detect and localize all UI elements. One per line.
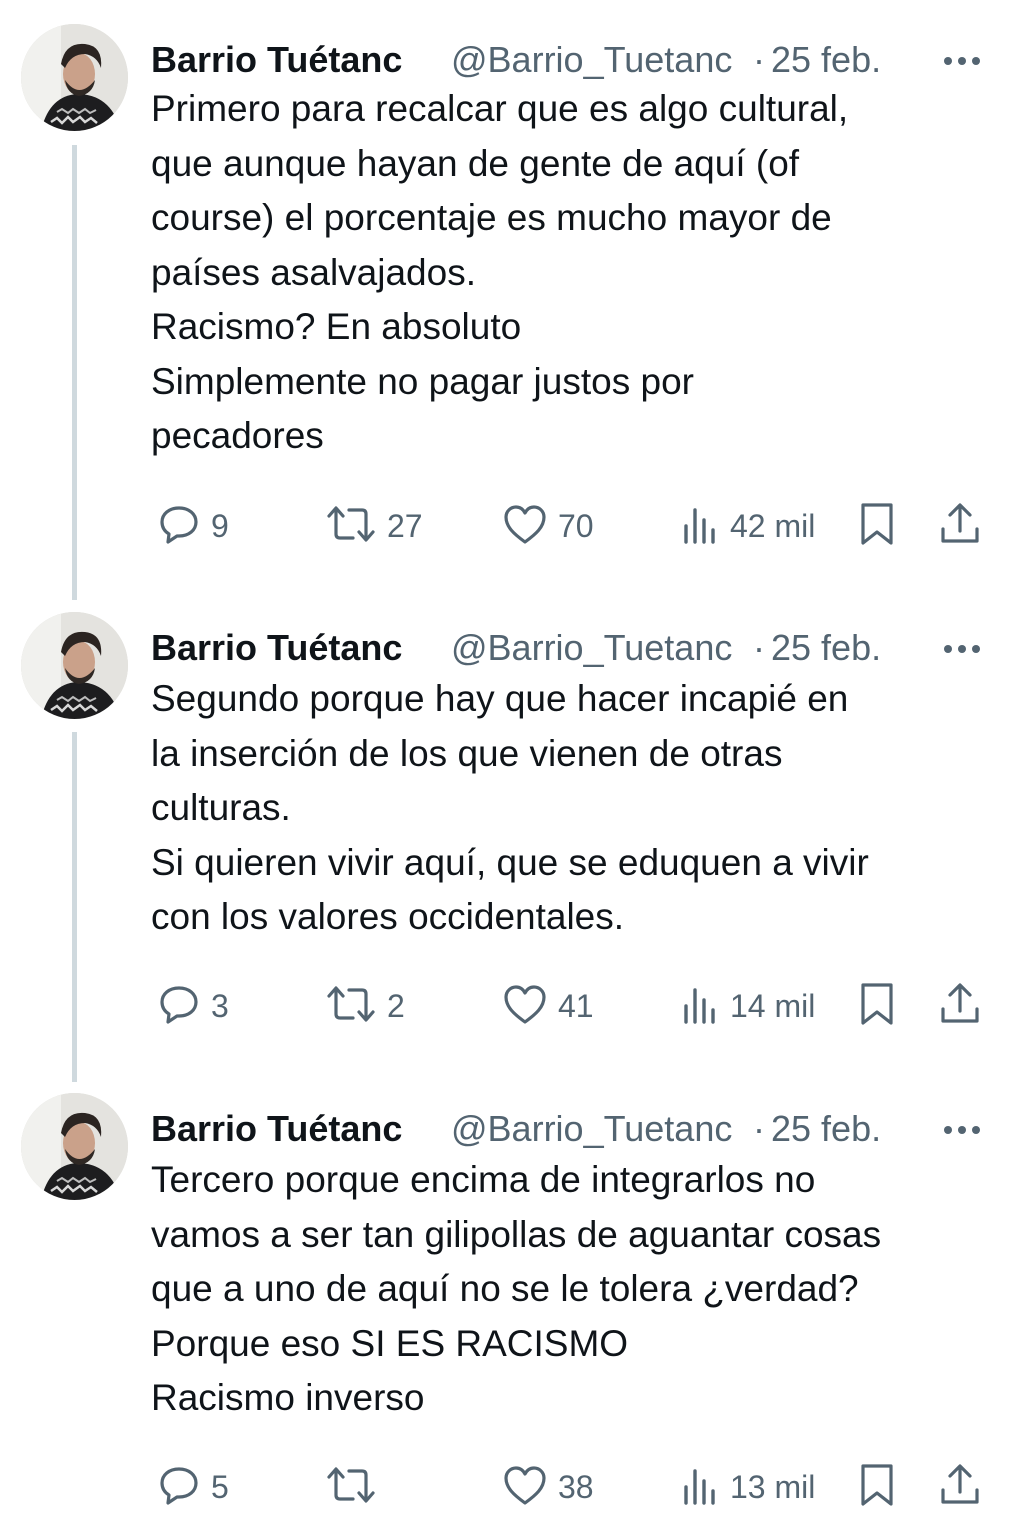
views-icon: [680, 1463, 720, 1512]
avatar[interactable]: [21, 24, 128, 131]
share-button[interactable]: [938, 502, 982, 550]
avatar[interactable]: [21, 1093, 128, 1200]
separator: ·: [753, 627, 765, 668]
tweet-text: Segundo porque hay que hacer incapié en …: [151, 678, 869, 937]
action-bar: 9 27 70 42 mil: [0, 502, 1014, 550]
reply-icon: [157, 982, 201, 1031]
more-icon[interactable]: [942, 634, 982, 664]
reply-count: 9: [211, 507, 229, 544]
display-name[interactable]: Barrio Tuétanc: [151, 1108, 439, 1150]
views-count: 14 mil: [730, 987, 816, 1024]
tweet[interactable]: Barrio Tuétanc @Barrio_Tuetanc · 25 feb.…: [0, 612, 1014, 1042]
like-count: 70: [558, 507, 594, 544]
tweet[interactable]: Barrio Tuétanc @Barrio_Tuetanc · 25 feb.…: [0, 24, 1014, 564]
reply-icon: [157, 502, 201, 551]
retweet-icon: [325, 502, 377, 551]
tweet-header: Barrio Tuétanc @Barrio_Tuetanc · 25 feb.: [151, 36, 881, 84]
retweet-button[interactable]: [325, 1463, 387, 1511]
retweet-button[interactable]: 27: [325, 502, 423, 550]
views-button[interactable]: 42 mil: [680, 502, 815, 550]
views-icon: [680, 982, 720, 1031]
bookmark-icon: [858, 501, 896, 552]
more-icon[interactable]: [942, 1115, 982, 1145]
action-bar: 3 2 41 14 mil: [0, 982, 1014, 1030]
like-button[interactable]: 38: [502, 1463, 594, 1511]
bookmark-button[interactable]: [858, 502, 896, 550]
like-count: 38: [558, 1468, 594, 1505]
reply-button[interactable]: 9: [157, 502, 229, 550]
views-count: 42 mil: [730, 507, 816, 544]
display-name[interactable]: Barrio Tuétanc: [151, 39, 439, 81]
share-icon: [938, 1462, 982, 1513]
retweet-icon: [325, 1463, 377, 1512]
retweet-icon: [325, 982, 377, 1031]
tweet-text: Tercero porque encima de integrarlos no …: [151, 1159, 882, 1418]
user-handle[interactable]: @Barrio_Tuetanc: [451, 627, 753, 669]
more-icon[interactable]: [942, 46, 982, 76]
timestamp[interactable]: 25 feb.: [771, 39, 881, 81]
tweet-text: Primero para recalcar que es algo cultur…: [151, 88, 849, 456]
share-icon: [938, 501, 982, 552]
tweet-header: Barrio Tuétanc @Barrio_Tuetanc · 25 feb.: [151, 624, 881, 672]
reply-icon: [157, 1463, 201, 1512]
tweet[interactable]: Barrio Tuétanc @Barrio_Tuetanc · 25 feb.…: [0, 1093, 1014, 1533]
views-button[interactable]: 13 mil: [680, 1463, 815, 1511]
display-name[interactable]: Barrio Tuétanc: [151, 627, 439, 669]
user-handle[interactable]: @Barrio_Tuetanc: [451, 39, 753, 81]
retweet-count: 27: [387, 507, 423, 544]
separator: ·: [753, 1108, 765, 1149]
like-button[interactable]: 70: [502, 502, 594, 550]
views-count: 13 mil: [730, 1468, 816, 1505]
share-button[interactable]: [938, 982, 982, 1030]
views-button[interactable]: 14 mil: [680, 982, 815, 1030]
like-icon: [502, 502, 548, 551]
avatar[interactable]: [21, 612, 128, 719]
bookmark-button[interactable]: [858, 1463, 896, 1511]
bookmark-button[interactable]: [858, 982, 896, 1030]
views-icon: [680, 502, 720, 551]
tweet-header: Barrio Tuétanc @Barrio_Tuetanc · 25 feb.: [151, 1105, 881, 1153]
timestamp[interactable]: 25 feb.: [771, 627, 881, 669]
timestamp[interactable]: 25 feb.: [771, 1108, 881, 1150]
like-count: 41: [558, 987, 594, 1024]
action-bar: 5 38 13 mil: [0, 1463, 1014, 1511]
separator: ·: [753, 39, 765, 80]
user-handle[interactable]: @Barrio_Tuetanc: [451, 1108, 753, 1150]
bookmark-icon: [858, 1462, 896, 1513]
retweet-button[interactable]: 2: [325, 982, 405, 1030]
reply-count: 5: [211, 1468, 229, 1505]
reply-button[interactable]: 5: [157, 1463, 229, 1511]
retweet-count: 2: [387, 987, 405, 1024]
share-button[interactable]: [938, 1463, 982, 1511]
like-icon: [502, 1463, 548, 1512]
share-icon: [938, 981, 982, 1032]
bookmark-icon: [858, 981, 896, 1032]
like-icon: [502, 982, 548, 1031]
reply-count: 3: [211, 987, 229, 1024]
reply-button[interactable]: 3: [157, 982, 229, 1030]
like-button[interactable]: 41: [502, 982, 594, 1030]
